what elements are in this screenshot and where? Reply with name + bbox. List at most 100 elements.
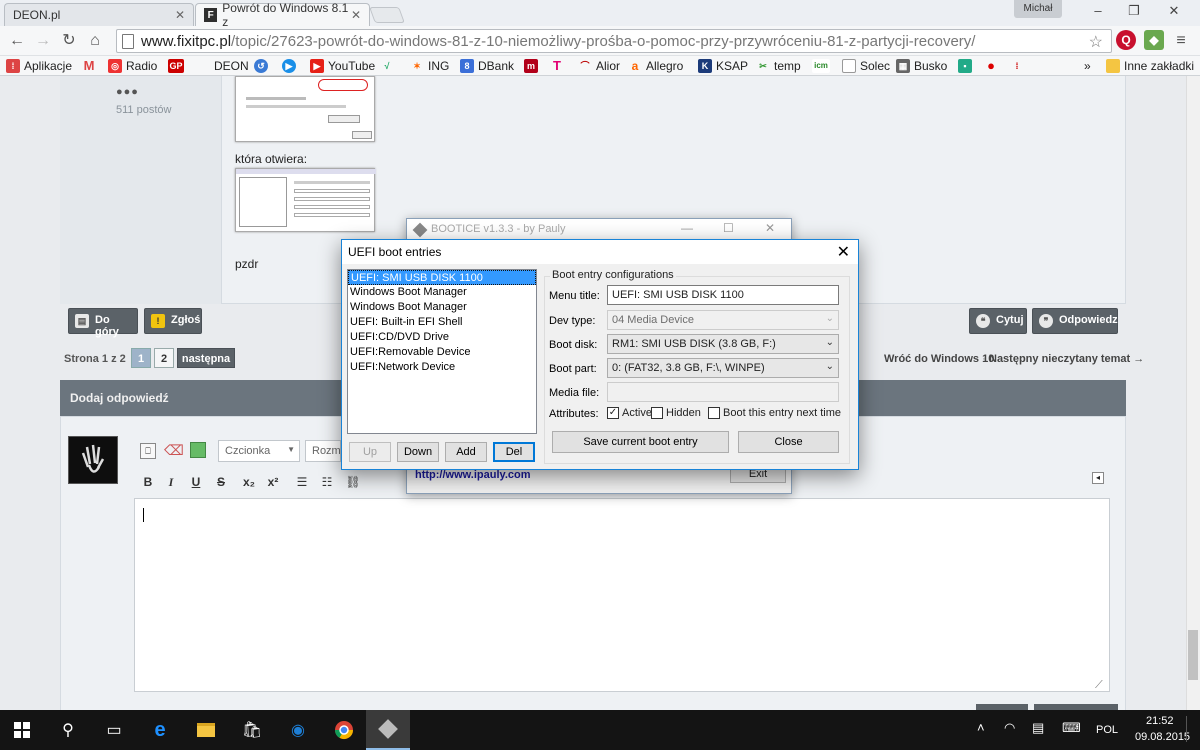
wifi-icon[interactable]: ◠ bbox=[1004, 720, 1015, 736]
underline-icon[interactable]: U bbox=[187, 475, 205, 489]
screenshot-thumbnail[interactable] bbox=[235, 76, 375, 142]
template-icon[interactable] bbox=[190, 442, 206, 458]
minimize-icon[interactable]: – bbox=[1080, 0, 1116, 22]
bookmark-misc1[interactable]: ↺ bbox=[254, 58, 272, 74]
bookmark-other[interactable]: Inne zakładki bbox=[1106, 58, 1194, 74]
bookmark-dbank[interactable]: 8 DBank bbox=[460, 58, 514, 74]
size-select[interactable]: Rozmi bbox=[305, 440, 341, 462]
close-button[interactable]: Close bbox=[738, 431, 839, 453]
media-file-input[interactable] bbox=[607, 382, 839, 402]
strikethrough-icon[interactable]: S bbox=[212, 475, 230, 489]
back-forum-link[interactable]: Wróć do Windows 10 bbox=[884, 353, 994, 365]
close-icon[interactable]: ✕ bbox=[175, 8, 185, 22]
bookmark-icm[interactable]: icm bbox=[812, 58, 834, 74]
bookmark-ksap[interactable]: K KSAP bbox=[698, 58, 748, 74]
start-button[interactable] bbox=[0, 710, 44, 750]
task-view-icon[interactable]: ▭ bbox=[92, 710, 136, 750]
page-scrollbar[interactable] bbox=[1186, 76, 1200, 710]
back-to-top-button[interactable]: ▤ Do góry bbox=[68, 308, 138, 338]
page-1-link[interactable]: 1 bbox=[131, 348, 151, 368]
bookmark-deon[interactable]: DEON bbox=[214, 58, 249, 74]
reload-icon[interactable]: ↻ bbox=[58, 30, 80, 52]
subscript-icon[interactable]: x₂ bbox=[240, 475, 258, 489]
language-indicator[interactable]: POL bbox=[1096, 724, 1118, 736]
superscript-icon[interactable]: x² bbox=[264, 475, 282, 489]
maximize-icon[interactable]: ☐ bbox=[723, 221, 734, 235]
boot-next-time-checkbox[interactable]: Boot this entry next time bbox=[708, 407, 841, 419]
bookmark-busko[interactable]: ▦ Busko bbox=[896, 58, 947, 74]
boot-entries-list[interactable]: UEFI: SMI USB DISK 1100 Windows Boot Man… bbox=[347, 269, 537, 434]
report-button[interactable]: ! Zgłoś bbox=[144, 308, 202, 334]
show-hidden-icons-icon[interactable]: ˄ bbox=[977, 720, 985, 735]
eraser-icon[interactable]: ⌫ bbox=[164, 442, 184, 459]
clock-time[interactable]: 21:52 bbox=[1146, 715, 1174, 727]
bookmark-youtube[interactable]: ▶ YouTube bbox=[310, 58, 375, 74]
active-checkbox[interactable]: ✓ Active bbox=[607, 407, 652, 419]
bullet-list-icon[interactable]: ☰ bbox=[293, 475, 311, 489]
store-icon[interactable]: 🛍 bbox=[230, 710, 274, 750]
boot-disk-select[interactable]: RM1: SMI USB DISK (3.8 GB, F:) ⌄ bbox=[607, 334, 839, 354]
minimize-icon[interactable]: — bbox=[681, 221, 693, 235]
reply-textarea[interactable] bbox=[134, 498, 1110, 692]
bookmarks-more-button[interactable]: » bbox=[1084, 58, 1091, 74]
list-item[interactable]: Windows Boot Manager bbox=[348, 285, 536, 300]
bookmark-misc5[interactable]: ▪ bbox=[958, 58, 976, 74]
maximize-icon[interactable]: ❐ bbox=[1116, 0, 1152, 22]
bookmark-tmobile[interactable]: T bbox=[550, 58, 568, 74]
close-window-icon[interactable]: ✕ bbox=[1156, 0, 1192, 22]
menu-icon[interactable]: ≡ bbox=[1170, 30, 1192, 52]
extension-icon[interactable]: Q bbox=[1116, 30, 1136, 50]
tab-deon[interactable]: DEON.pl ✕ bbox=[4, 3, 194, 26]
up-button[interactable]: Up bbox=[349, 442, 391, 462]
bookmark-star-icon[interactable]: ☆ bbox=[1089, 32, 1103, 52]
bookmark-gmail[interactable]: M bbox=[82, 58, 100, 74]
chrome-icon[interactable] bbox=[322, 710, 366, 750]
home-icon[interactable]: ⌂ bbox=[84, 30, 106, 52]
screenshot-thumbnail[interactable] bbox=[235, 168, 376, 232]
bookmark-solec[interactable]: Solec bbox=[842, 58, 890, 74]
file-explorer-icon[interactable] bbox=[184, 710, 228, 750]
reply-button[interactable]: ❞ Odpowiedz bbox=[1032, 308, 1118, 334]
list-item[interactable]: UEFI: SMI USB DISK 1100 bbox=[348, 270, 536, 285]
scrollbar-thumb[interactable] bbox=[1188, 630, 1198, 680]
search-icon[interactable]: ⚲ bbox=[46, 710, 90, 750]
new-tab-button[interactable] bbox=[369, 7, 405, 23]
list-item[interactable]: UEFI:Network Device bbox=[348, 360, 536, 375]
boot-part-select[interactable]: 0: (FAT32, 3.8 GB, F:\, WINPE) ⌄ bbox=[607, 358, 839, 378]
list-item[interactable]: UEFI:CD/DVD Drive bbox=[348, 330, 536, 345]
italic-icon[interactable]: I bbox=[162, 475, 180, 490]
edge-icon[interactable]: e bbox=[138, 710, 182, 750]
bookmark-radio[interactable]: ◎ Radio bbox=[108, 58, 157, 74]
source-icon[interactable]: ⎕ bbox=[140, 443, 156, 459]
address-bar[interactable]: www.fixitpc.pl/topic/27623-powrót-do-win… bbox=[116, 29, 1112, 53]
show-desktop-button[interactable] bbox=[1186, 716, 1196, 742]
close-icon[interactable]: ✕ bbox=[351, 8, 361, 22]
bootice-taskbar-icon[interactable] bbox=[366, 710, 410, 750]
bookmark-misc4[interactable]: m bbox=[524, 58, 542, 74]
bookmark-misc3[interactable]: √ bbox=[380, 58, 398, 74]
save-boot-entry-button[interactable]: Save current boot entry bbox=[552, 431, 729, 453]
resize-handle-icon[interactable]: ⟋ bbox=[1095, 679, 1103, 692]
down-button[interactable]: Down bbox=[397, 442, 439, 462]
forward-arrow-icon[interactable]: → bbox=[32, 30, 54, 52]
bookmark-ing[interactable]: ✶ ING bbox=[410, 58, 449, 74]
dev-type-select[interactable]: 04 Media Device ⌄ bbox=[607, 310, 839, 330]
add-button[interactable]: Add bbox=[445, 442, 487, 462]
bookmark-gp[interactable]: GP bbox=[168, 58, 188, 74]
bold-icon[interactable]: B bbox=[139, 475, 157, 489]
bookmark-misc6[interactable]: ● bbox=[984, 58, 1002, 74]
menu-title-input[interactable]: UEFI: SMI USB DISK 1100 bbox=[607, 285, 839, 305]
bookmark-misc7[interactable]: ⁞ bbox=[1010, 58, 1028, 74]
tab-fixitpc[interactable]: F Powrót do Windows 8.1 z ✕ bbox=[195, 1, 370, 29]
list-item[interactable]: UEFI:Removable Device bbox=[348, 345, 536, 360]
next-unread-link[interactable]: Następny nieczytany temat → bbox=[989, 353, 1144, 365]
page-2-link[interactable]: 2 bbox=[154, 348, 174, 368]
bookmark-temp[interactable]: ✂ temp bbox=[756, 58, 800, 74]
bootice-url-link[interactable]: http://www.ipauly.com bbox=[415, 469, 531, 481]
font-select[interactable]: Czcionka ▼ bbox=[218, 440, 300, 462]
bookmark-misc2[interactable]: ▶ bbox=[282, 58, 300, 74]
expand-toolbar-icon[interactable]: ◂ bbox=[1092, 472, 1104, 484]
keyboard-icon[interactable]: ⌨ bbox=[1062, 720, 1081, 736]
media-app-icon[interactable]: ◉ bbox=[276, 710, 320, 750]
bookmark-apps[interactable]: ⁞ Aplikacje bbox=[6, 58, 72, 74]
